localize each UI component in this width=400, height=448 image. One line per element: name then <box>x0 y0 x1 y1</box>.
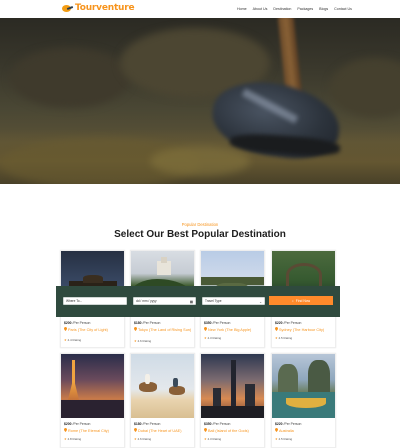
rating: ★ 4.8 Rating <box>64 437 82 441</box>
price: $180 <box>134 321 142 325</box>
date-input[interactable]: dd / mm / yyyy ▦ <box>133 297 196 305</box>
rating: ★ 4.3 Rating <box>204 336 222 340</box>
price-unit: /Per Person <box>212 321 231 325</box>
destination-image <box>131 354 194 418</box>
star-icon: ★ <box>64 437 67 441</box>
nav-destination[interactable]: Destination <box>273 7 291 11</box>
find-now-button[interactable]: ⌕ Find Now <box>269 296 333 305</box>
star-icon: ★ <box>204 437 207 441</box>
star-icon: ★ <box>275 336 278 340</box>
star-icon: ★ <box>64 338 67 342</box>
price-unit: /Per Person <box>142 321 161 325</box>
price: $200 <box>64 422 72 426</box>
location-pin-icon <box>134 327 137 331</box>
logo[interactable]: Tourventure <box>61 3 135 13</box>
rating: ★ 4.4 Rating <box>64 338 82 342</box>
main-nav: Home About Us Destination Packages Blogs… <box>237 7 358 11</box>
nav-home[interactable]: Home <box>237 7 247 11</box>
destination-image <box>272 354 335 418</box>
travel-type-select[interactable]: Travel Type ⌄ <box>202 297 265 305</box>
star-icon: ★ <box>134 339 137 343</box>
rating: ★ 4.6 Rating <box>134 437 152 441</box>
price-unit: /Per Person <box>72 321 91 325</box>
chevron-down-icon: ⌄ <box>259 300 262 304</box>
section-subtitle: Popular Destination <box>181 222 219 227</box>
location-pin-icon <box>204 428 207 432</box>
destination-name[interactable]: Australia <box>275 428 335 434</box>
location-pin-icon <box>64 428 67 432</box>
location-pin-icon <box>64 327 67 331</box>
nav-about-us[interactable]: About Us <box>253 7 268 11</box>
destination-image <box>61 354 124 418</box>
price: $220 <box>275 422 283 426</box>
price: $180 <box>134 422 142 426</box>
price-unit: /Per Person <box>283 422 302 426</box>
nav-blogs[interactable]: Blogs <box>319 7 328 11</box>
location-pin-icon <box>134 428 137 432</box>
destination-name[interactable]: Tokyo (The Land of Rising Sun) <box>134 327 194 333</box>
destination-name[interactable]: Paris (The City of Light) <box>64 327 124 333</box>
price-unit: /Per Person <box>283 321 302 325</box>
destination-card-rome[interactable]: $200 /Per Person Rome (The Eternal City)… <box>60 353 125 448</box>
hero-image <box>0 18 400 184</box>
price-unit: /Per Person <box>72 422 91 426</box>
star-icon: ★ <box>275 437 278 441</box>
star-icon: ★ <box>204 336 207 340</box>
nav-contact-us[interactable]: Contact Us <box>334 7 352 11</box>
nav-packages[interactable]: Packages <box>297 7 313 11</box>
destination-card-bali[interactable]: $350 /Per Person Bali (Island of the God… <box>200 353 265 448</box>
price: $350 <box>204 321 212 325</box>
price: $350 <box>204 422 212 426</box>
destination-card-australia[interactable]: $220 /Per Person Australia ★ 4.5 Rating <box>271 353 336 448</box>
rating: ★ 4.3 Rating <box>204 437 222 441</box>
rating: ★ 4.5 Rating <box>275 336 293 340</box>
site-header: Tourventure Home About Us Destination Pa… <box>0 0 400 18</box>
destination-name[interactable]: Bali (Island of the Gods) <box>204 428 264 434</box>
price-unit: /Per Person <box>212 422 231 426</box>
location-pin-icon <box>204 327 207 331</box>
price: $220 <box>275 321 283 325</box>
where-to-input[interactable]: Where To... <box>63 297 127 305</box>
destination-name[interactable]: New York (The Big Apple) <box>204 327 264 333</box>
destination-name[interactable]: Sydney (The Harbour City) <box>275 327 335 333</box>
rating: ★ 4.5 Rating <box>275 437 293 441</box>
star-icon: ★ <box>134 437 137 441</box>
search-icon: ⌕ <box>291 298 294 303</box>
location-pin-icon <box>275 327 278 331</box>
section-title: Select Our Best Popular Destination <box>114 229 286 240</box>
rating: ★ 4.6 Rating <box>134 339 152 343</box>
destination-name[interactable]: Dubai (The Heart of UAE) <box>134 428 194 434</box>
destination-card-dubai[interactable]: $180 /Per Person Dubai (The Heart of UAE… <box>130 353 195 448</box>
destination-name[interactable]: Rome (The Eternal City) <box>64 428 124 434</box>
destination-image <box>201 354 264 418</box>
calendar-icon: ▦ <box>189 300 193 304</box>
location-pin-icon <box>275 428 278 432</box>
price-unit: /Per Person <box>142 422 161 426</box>
logo-icon <box>61 4 74 13</box>
price: $200 <box>64 321 72 325</box>
logo-text: Tourventure <box>75 3 135 13</box>
